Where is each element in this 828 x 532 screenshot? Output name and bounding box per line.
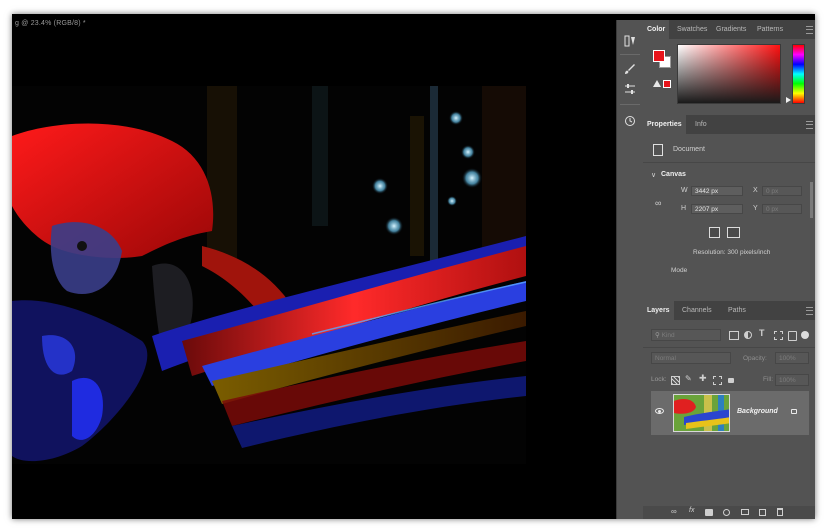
properties-panel-header: Properties Info (643, 115, 815, 134)
resolution-text: Resolution: 300 pixels/inch (693, 249, 771, 256)
canvas-section-title: Canvas (661, 171, 686, 178)
gamut-warning-icon[interactable] (653, 80, 661, 87)
lock-image-pixels-icon[interactable]: ✎ (685, 374, 692, 383)
search-icon: ⚲ (655, 332, 660, 339)
hue-slider[interactable] (792, 44, 805, 104)
adjustments-icon[interactable] (621, 80, 639, 98)
opacity-field[interactable]: 100% (775, 352, 809, 364)
app-window: g @ 23.4% (RGB/8) * Color Swatches Gradi… (12, 14, 815, 519)
layers-panel-menu-icon[interactable] (806, 307, 813, 315)
tab-color[interactable]: Color (643, 20, 670, 39)
tab-channels[interactable]: Channels (678, 301, 716, 320)
visibility-eye-icon[interactable] (655, 408, 664, 414)
width-label: W (681, 187, 688, 194)
y-label: Y (753, 205, 758, 212)
height-field[interactable]: 2207 px (691, 204, 743, 214)
layer-name[interactable]: Background (737, 408, 778, 415)
link-layers-icon[interactable]: ∞ (671, 507, 677, 516)
document-title: g @ 23.4% (RGB/8) * (15, 20, 86, 27)
filter-smart-object-icon[interactable] (788, 331, 797, 341)
tab-patterns[interactable]: Patterns (753, 20, 787, 39)
color-panel-menu-icon[interactable] (806, 26, 813, 34)
portrait-orientation-icon[interactable] (709, 227, 720, 238)
lock-position-icon[interactable]: ✚ (699, 373, 707, 384)
properties-panel-menu-icon[interactable] (806, 121, 813, 129)
brush-icon[interactable] (621, 60, 639, 78)
properties-scrollbar[interactable] (810, 182, 813, 218)
opacity-label: Opacity: (743, 355, 767, 362)
document-canvas[interactable] (12, 86, 526, 464)
hue-slider-marker-icon (786, 97, 791, 103)
x-label: X (753, 187, 758, 194)
add-style-icon[interactable]: fx (689, 507, 694, 514)
fill-label: Fill: (763, 376, 774, 383)
layer-kind-filter[interactable]: ⚲ Kind (651, 329, 721, 341)
color-field[interactable] (677, 44, 781, 104)
layers-footer: ∞ fx (643, 506, 815, 519)
new-layer-icon[interactable] (759, 509, 766, 516)
delete-layer-icon[interactable] (777, 508, 783, 516)
history-icon[interactable] (621, 112, 639, 130)
lock-transparent-icon[interactable] (671, 376, 680, 385)
foreground-swatch[interactable] (653, 50, 665, 62)
add-mask-icon[interactable] (705, 509, 713, 516)
brush-settings-icon[interactable] (621, 32, 639, 50)
mode-label: Mode (671, 267, 688, 274)
layer-lock-icon (791, 409, 797, 414)
web-safe-swatch[interactable] (663, 80, 671, 88)
new-adjustment-layer-icon[interactable] (723, 509, 730, 516)
filter-adjustment-icon[interactable] (744, 331, 752, 339)
lock-label: Lock: (651, 376, 667, 383)
tab-swatches[interactable]: Swatches (673, 20, 711, 39)
color-panel-header: Color Swatches Gradients Patterns (643, 20, 815, 39)
kind-filter-label: Kind (661, 332, 675, 339)
width-field[interactable]: 3442 px (691, 186, 743, 196)
panel-icon-strip (616, 20, 643, 519)
y-field[interactable]: 0 px (762, 204, 802, 214)
new-group-icon[interactable] (741, 509, 749, 515)
document-icon (653, 144, 663, 156)
tab-properties[interactable]: Properties (643, 115, 686, 134)
tab-layers[interactable]: Layers (643, 301, 674, 320)
canvas-collapse-chevron-icon[interactable]: ∨ (651, 171, 656, 179)
blend-mode-select[interactable]: Normal (651, 352, 731, 364)
tab-gradients[interactable]: Gradients (712, 20, 750, 39)
layers-panel-header: Layers Channels Paths (643, 301, 815, 320)
filter-toggle-icon[interactable] (801, 331, 809, 339)
landscape-orientation-icon[interactable] (727, 227, 740, 238)
layer-row-background[interactable]: Background (651, 391, 809, 435)
macaw-image (12, 86, 526, 464)
filter-type-icon[interactable]: T (759, 328, 765, 338)
right-panels: Color Swatches Gradients Patterns Proper… (643, 20, 815, 519)
fill-field[interactable]: 100% (775, 374, 809, 386)
document-label: Document (673, 146, 705, 153)
tab-paths[interactable]: Paths (724, 301, 750, 320)
lock-artboard-icon[interactable] (713, 376, 722, 385)
height-label: H (681, 205, 687, 212)
x-field[interactable]: 0 px (762, 186, 802, 196)
link-icon[interactable]: ∞ (655, 198, 661, 208)
layer-thumbnail (673, 394, 730, 432)
tab-info[interactable]: Info (691, 115, 711, 134)
filter-pixel-icon[interactable] (729, 331, 739, 340)
filter-shape-icon[interactable] (774, 331, 783, 340)
lock-all-icon[interactable] (728, 378, 734, 383)
